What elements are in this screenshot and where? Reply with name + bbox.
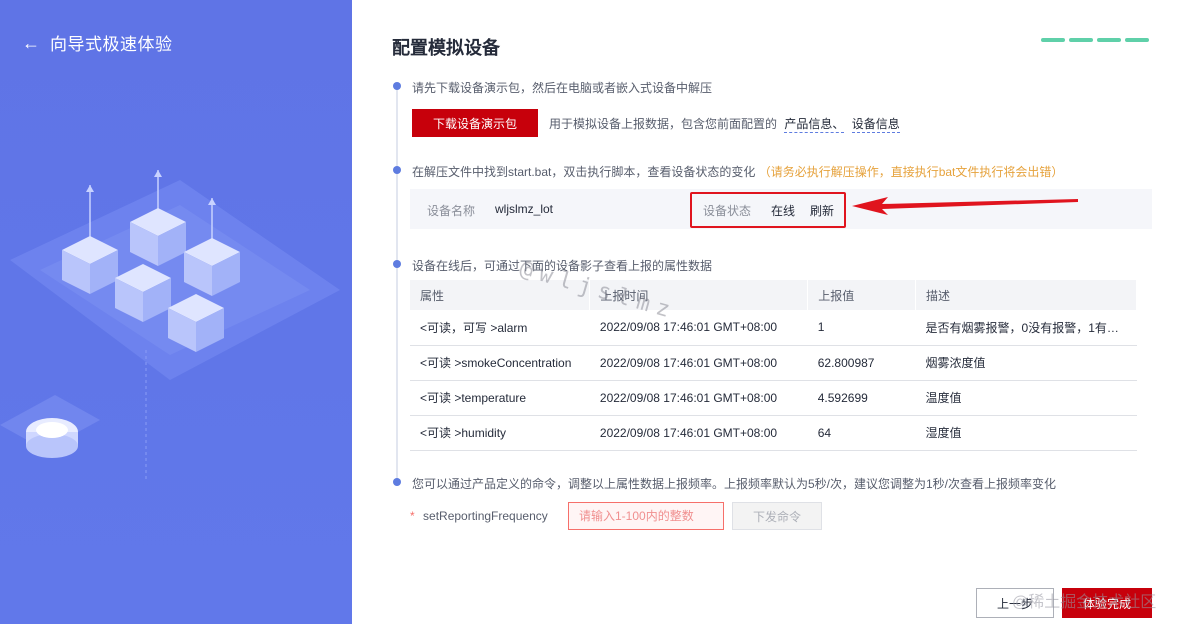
cell-property: <可读 >humidity <box>410 415 590 451</box>
progress-segment <box>1125 38 1149 42</box>
table-row: <可读 >humidity 2022/09/08 17:46:01 GMT+08… <box>410 415 1137 451</box>
table-row: <可读 >temperature 2022/09/08 17:46:01 GMT… <box>410 380 1137 416</box>
step-dot <box>393 478 401 486</box>
device-info-link[interactable]: 设备信息 <box>851 117 900 133</box>
required-mark: * <box>410 509 415 523</box>
page-title: 配置模拟设备 <box>392 38 500 58</box>
back-nav-title: 向导式极速体验 <box>50 35 173 54</box>
main-panel: 配置模拟设备 请先下载设备演示包，然后在电脑或者嵌入式设备中解压 下载设备演示包… <box>352 0 1191 624</box>
step2-instruction: 在解压文件中找到start.bat，双击执行脚本，查看设备状态的变化 <box>412 165 756 179</box>
step-progress-indicator <box>1041 38 1149 42</box>
red-arrow-annotation <box>852 197 1078 215</box>
cell-time: 2022/09/08 17:46:01 GMT+08:00 <box>589 345 808 381</box>
cell-desc: 温度值 <box>915 380 1137 416</box>
site-watermark: @稀土掘金技术社区 <box>1012 594 1157 611</box>
table-row: <可读，可写 >alarm 2022/09/08 17:46:01 GMT+08… <box>410 310 1137 346</box>
download-description: 用于模拟设备上报数据，包含您前面配置的 产品信息、 设备信息 <box>549 115 900 133</box>
cell-property: <可读 >smokeConcentration <box>410 345 590 381</box>
back-arrow-icon[interactable]: ← <box>22 34 40 52</box>
progress-segment <box>1069 38 1093 42</box>
table-header-row: 属性 上报时间 上报值 描述 <box>410 280 1137 310</box>
cell-desc: 是否有烟雾报警，0没有报警，1有报警 <box>915 310 1137 346</box>
step-dot <box>393 82 401 90</box>
device-shadow-table: 属性 上报时间 上报值 描述 <可读，可写 >alarm 2022/09/08 … <box>410 280 1137 451</box>
cell-desc: 湿度值 <box>915 415 1137 451</box>
cell-value: 1 <box>807 310 916 346</box>
cell-desc-text: 是否有烟雾报警，0没有报警，1有报警 <box>925 320 1126 335</box>
cell-property: <可读 >temperature <box>410 380 590 416</box>
step2-text: 在解压文件中找到start.bat，双击执行脚本，查看设备状态的变化 （请务必执… <box>412 163 1063 180</box>
cell-time: 2022/09/08 17:46:01 GMT+08:00 <box>589 415 808 451</box>
cell-value: 62.800987 <box>807 345 916 381</box>
col-header-description: 描述 <box>915 280 1137 310</box>
back-nav[interactable]: ← 向导式极速体验 <box>22 30 173 55</box>
command-label: * setReportingFrequency <box>410 509 548 523</box>
cell-time: 2022/09/08 17:46:01 GMT+08:00 <box>589 380 808 416</box>
cell-value: 4.592699 <box>807 380 916 416</box>
device-name-value: wljslmz_lot <box>495 202 554 216</box>
cell-desc: 烟雾浓度值 <box>915 345 1137 381</box>
col-header-report-value: 上报值 <box>807 280 917 310</box>
cell-time: 2022/09/08 17:46:01 GMT+08:00 <box>589 310 808 346</box>
step-timeline <box>396 86 398 486</box>
step1-text: 请先下载设备演示包，然后在电脑或者嵌入式设备中解压 <box>412 81 713 95</box>
cell-value: 64 <box>807 415 916 451</box>
step2-warning: （请务必执行解压操作，直接执行bat文件执行将会出错） <box>758 165 1064 179</box>
download-desc-text: 用于模拟设备上报数据，包含您前面配置的 <box>549 117 778 131</box>
cell-property: <可读，可写 >alarm <box>410 310 590 346</box>
progress-segment <box>1041 38 1065 42</box>
step-dot <box>393 260 401 268</box>
frequency-input[interactable] <box>568 502 724 530</box>
step-dot <box>393 166 401 174</box>
illustration-panel: ← 向导式极速体验 <box>0 0 352 624</box>
table-row: <可读 >smokeConcentration 2022/09/08 17:46… <box>410 345 1137 381</box>
command-name: setReportingFrequency <box>423 509 548 523</box>
device-name-label: 设备名称 <box>427 204 476 218</box>
send-command-button[interactable]: 下发命令 <box>732 502 822 530</box>
iot-devices-illustration <box>0 170 340 480</box>
status-highlight-box <box>690 192 846 228</box>
step4-text: 您可以通过产品定义的命令，调整以上属性数据上报频率。上报频率默认为5秒/次，建议… <box>412 477 1057 491</box>
product-info-link[interactable]: 产品信息、 <box>784 117 845 133</box>
download-demo-button[interactable]: 下载设备演示包 <box>412 109 538 137</box>
progress-segment <box>1097 38 1121 42</box>
